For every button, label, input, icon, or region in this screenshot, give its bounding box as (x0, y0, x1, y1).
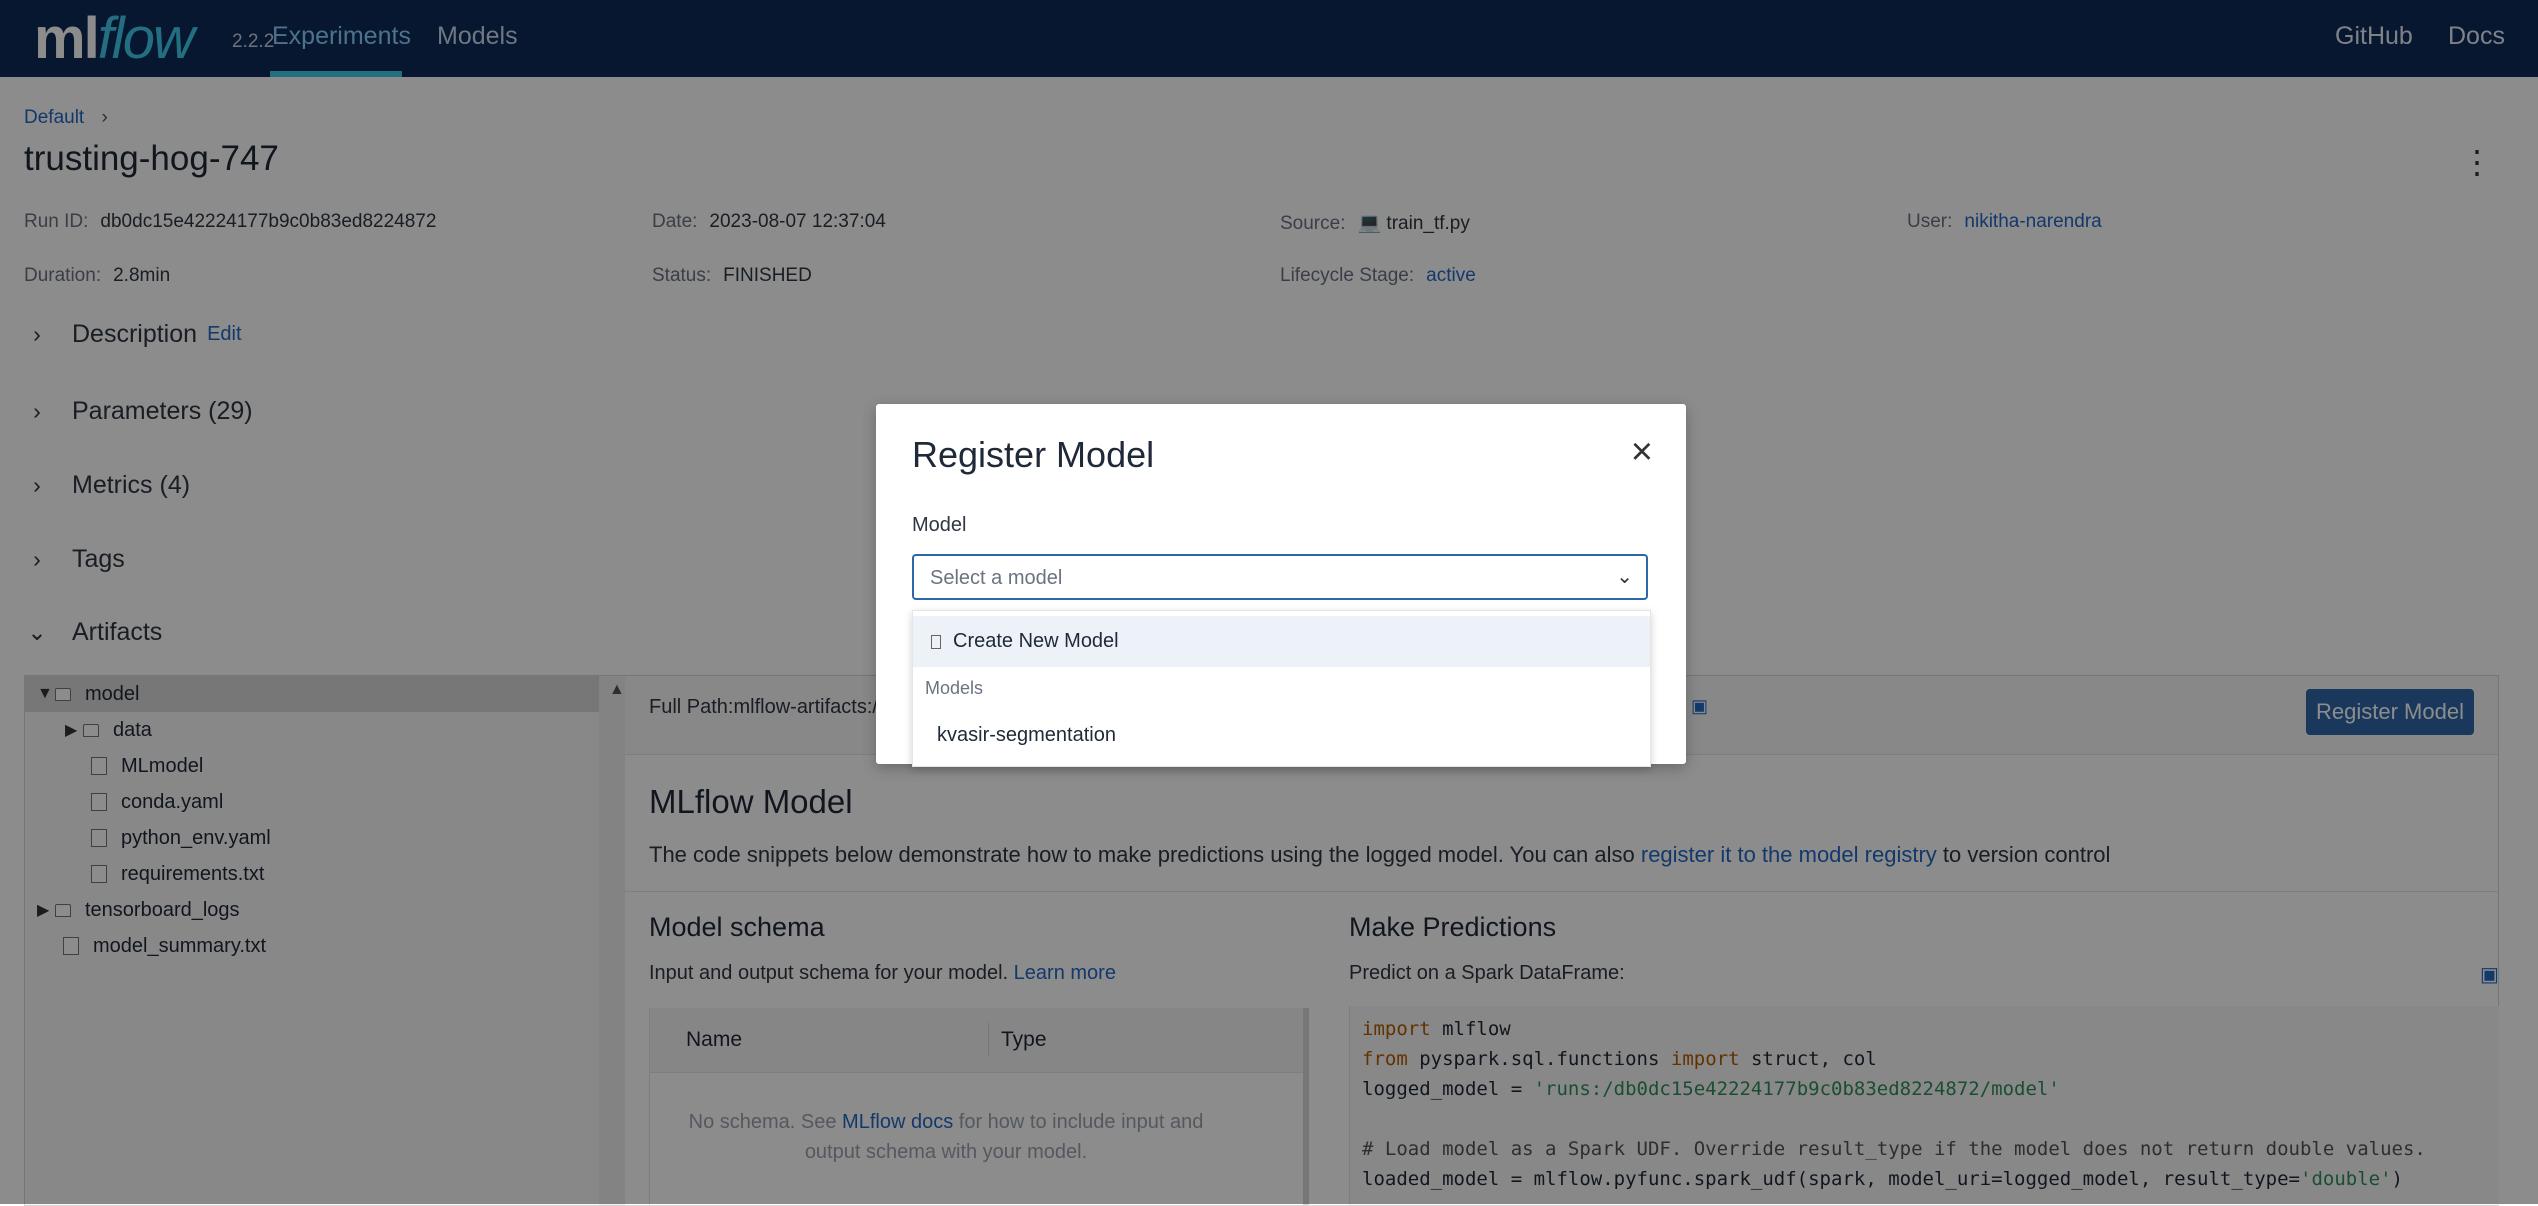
models-group-label: Models (925, 678, 984, 698)
create-new-model-option[interactable]: Create New Model (913, 616, 1650, 667)
plus-icon (931, 634, 941, 649)
chevron-down-icon: ⌄ (1616, 566, 1633, 588)
close-icon[interactable]: × (1631, 433, 1653, 471)
model-select-placeholder: Select a model (930, 567, 1063, 589)
model-option-kvasir-segmentation[interactable]: kvasir-segmentation (937, 724, 1116, 747)
model-select[interactable]: Select a model ⌄ (912, 554, 1648, 600)
modal-title: Register Model (912, 434, 1155, 475)
model-field-label: Model (912, 514, 967, 536)
create-new-model-label: Create New Model (953, 630, 1119, 652)
model-select-dropdown: Create New Model Models kvasir-segmentat… (912, 610, 1651, 767)
